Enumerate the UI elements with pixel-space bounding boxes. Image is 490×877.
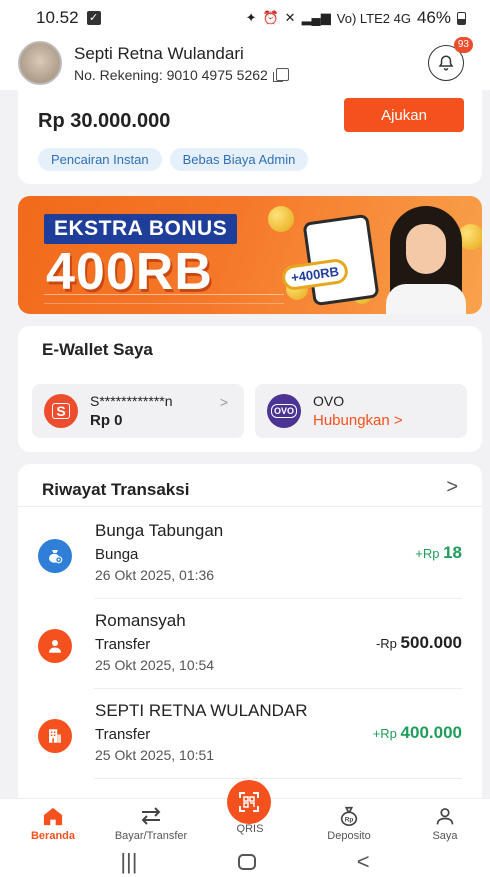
notification-badge: 93 [453, 37, 473, 53]
banner-tag: EKSTRA BONUS [44, 214, 238, 244]
banner-fine-print [44, 294, 284, 304]
nav-label: Bayar/Transfer [114, 830, 188, 842]
transaction-history-title: Riwayat Transaksi [42, 480, 190, 499]
apply-button[interactable]: Ajukan [344, 98, 464, 132]
account-number: No. Rekening: 9010 4975 5262 [74, 66, 268, 83]
signal-icon: ▂▄▆ [301, 10, 331, 25]
wallet-name: S************n [90, 393, 173, 409]
savings-interest-icon [38, 539, 72, 573]
system-navigation: ||| < [0, 846, 490, 877]
chevron-right-icon: > [219, 394, 228, 410]
account-number-row: No. Rekening: 9010 4975 5262 [74, 67, 428, 83]
nav-label: QRIS [236, 823, 264, 835]
battery-icon [457, 11, 466, 25]
transaction-amount: +Rp 18 [415, 543, 462, 562]
mute-icon: ✕ [284, 10, 296, 25]
ovo-wallet[interactable]: OVO OVO Hubungkan > [255, 384, 467, 438]
transaction-row[interactable]: SEPTI RETNA WULANDAR Transfer 25 Okt 202… [18, 689, 482, 779]
chevron-right-icon[interactable]: > [446, 476, 458, 499]
ovo-icon: OVO [267, 394, 301, 428]
transaction-date: 25 Okt 2025, 10:54 [95, 657, 215, 673]
status-time: 10.52 [36, 8, 79, 27]
deposit-bag-icon: Rp [304, 805, 394, 827]
svg-text:Rp: Rp [345, 817, 354, 824]
battery-percent: 46% [416, 8, 451, 27]
nav-saya[interactable]: Saya [400, 805, 490, 842]
recent-apps-icon[interactable]: ||| [120, 849, 137, 875]
home-icon [8, 805, 98, 827]
person-icon [38, 629, 72, 663]
ewallet-title: E-Wallet Saya [42, 340, 153, 359]
model-illustration [376, 206, 476, 314]
building-icon [38, 719, 72, 753]
transaction-history-card: Riwayat Transaksi > Bunga Tabungan Bunga… [18, 464, 482, 824]
avatar[interactable] [18, 41, 62, 85]
wallet-name: OVO [313, 393, 345, 409]
divider [18, 506, 482, 507]
user-name: Septi Retna Wulandari [74, 43, 244, 63]
loan-amount: Rp 30.000.000 [38, 110, 171, 132]
notification-button[interactable]: 93 [428, 37, 473, 81]
alarm-icon: ⏰ [262, 10, 279, 25]
home-button-icon[interactable] [238, 853, 257, 870]
banner-headline: 400RB [46, 243, 213, 301]
nav-label: Saya [432, 830, 458, 842]
promo-banner[interactable]: EKSTRA BONUS 400RB +400RB [18, 196, 482, 314]
connect-link[interactable]: Hubungkan > [313, 411, 403, 430]
leaf-icon: ✦ [245, 10, 257, 25]
account-header: Septi Retna Wulandari No. Rekening: 9010… [0, 36, 490, 90]
transaction-row[interactable]: Romansyah Transfer 25 Okt 2025, 10:54 -R… [18, 599, 482, 689]
user-info: Septi Retna Wulandari No. Rekening: 9010… [74, 44, 428, 83]
transaction-date: 26 Okt 2025, 01:36 [95, 567, 215, 583]
transaction-type: Transfer [95, 726, 151, 743]
nav-deposito[interactable]: Rp Deposito [304, 805, 394, 842]
qris-button[interactable] [223, 780, 275, 824]
nav-label: Beranda [30, 830, 76, 842]
nav-label: Deposito [327, 830, 371, 842]
nav-bayar-transfer[interactable]: Bayar/Transfer [106, 805, 196, 842]
network-label: Vo) LTE2 4G [336, 10, 411, 26]
coin-icon [268, 206, 294, 232]
ewallet-card: E-Wallet Saya S S************n Rp 0 > OV… [18, 326, 482, 452]
transaction-name: Romansyah [95, 611, 186, 630]
transaction-type: Transfer [95, 636, 151, 653]
status-bar: 10.52 ✓ ✦ ⏰ ✕ ▂▄▆ Vo) LTE2 4G 46% [0, 0, 490, 36]
transaction-amount: +Rp 400.000 [372, 723, 462, 742]
nav-qris-label[interactable]: QRIS [205, 823, 295, 835]
profile-icon [400, 805, 490, 827]
transfer-icon [106, 805, 196, 827]
nav-beranda[interactable]: Beranda [8, 805, 98, 842]
transaction-name: SEPTI RETNA WULANDAR [95, 701, 308, 720]
copy-icon[interactable] [272, 68, 289, 82]
shopeepay-wallet[interactable]: S S************n Rp 0 > [32, 384, 244, 438]
wallet-balance: Rp 0 [90, 412, 123, 429]
back-icon[interactable]: < [357, 849, 370, 875]
bell-icon [438, 55, 454, 71]
notification-check-icon: ✓ [86, 11, 101, 25]
loan-card: Rp 30.000.000 Ajukan Pencairan Instan Be… [18, 90, 482, 184]
feature-chip: Bebas Biaya Admin [169, 148, 309, 171]
transaction-type: Bunga [95, 546, 139, 563]
shopeepay-icon: S [44, 394, 78, 428]
transaction-date: 25 Okt 2025, 10:51 [95, 747, 215, 763]
transaction-row[interactable]: Bunga Tabungan Bunga 26 Okt 2025, 01:36 … [18, 509, 482, 599]
qris-scan-icon [227, 780, 271, 824]
transaction-name: Bunga Tabungan [95, 521, 224, 540]
loan-features: Pencairan Instan Bebas Biaya Admin [38, 148, 309, 171]
transaction-amount: -Rp 500.000 [375, 633, 462, 652]
feature-chip: Pencairan Instan [38, 148, 162, 171]
